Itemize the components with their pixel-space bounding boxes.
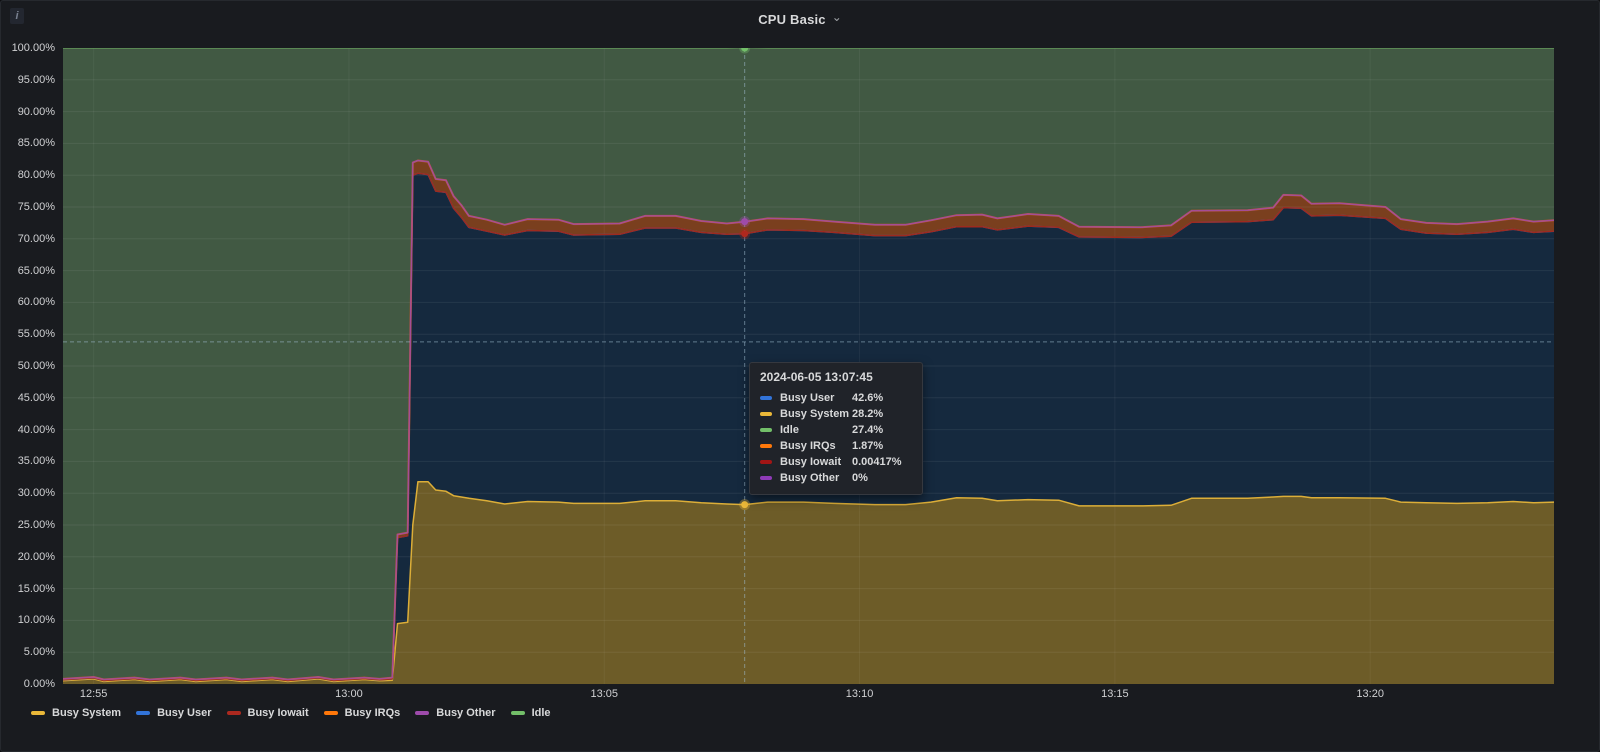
series-swatch-icon — [760, 444, 772, 448]
y-tick-label: 25.00% — [17, 519, 55, 531]
tooltip-series-name: Busy Iowait — [780, 456, 842, 468]
tooltip-row: Busy IRQs 1.87% — [760, 438, 912, 454]
series-swatch-icon — [760, 428, 772, 432]
chevron-down-icon: ⌄ — [831, 10, 842, 24]
x-tick-label: 12:55 — [79, 688, 108, 700]
series-swatch-icon — [323, 711, 338, 715]
panel-header: i CPU Basic ⌄ — [1, 1, 1599, 37]
series-swatch-icon — [760, 476, 772, 480]
tooltip-series-value: 0.00417% — [852, 456, 902, 468]
legend: Busy System Busy User Busy Iowait Busy IRQs… — [31, 707, 551, 719]
tooltip-series-value: 28.2% — [852, 408, 884, 420]
y-tick-label: 100.00% — [11, 42, 55, 54]
panel-title[interactable]: CPU Basic — [758, 12, 826, 27]
legend-item-busy-system[interactable]: Busy System — [31, 707, 121, 719]
tooltip-row: Busy User 42.6% — [760, 390, 912, 406]
x-tick-label: 13:05 — [590, 688, 619, 700]
info-icon[interactable]: i — [10, 8, 24, 24]
y-tick-label: 30.00% — [17, 487, 55, 500]
x-tick-label: 13:10 — [845, 688, 874, 700]
series-swatch-icon — [760, 396, 772, 400]
tooltip-series-value: 1.87% — [852, 440, 884, 452]
y-tick-label: 80.00% — [17, 169, 55, 182]
y-tick-label: 45.00% — [17, 391, 55, 404]
x-tick-label: 13:15 — [1101, 688, 1129, 700]
tooltip-series-name: Busy System — [780, 408, 850, 420]
tooltip-series-value: 0% — [852, 472, 868, 484]
panel-title-menu[interactable]: CPU Basic ⌄ — [758, 10, 842, 27]
x-tick-label: 13:00 — [335, 688, 363, 700]
y-tick-label: 10.00% — [17, 614, 55, 627]
series-swatch-icon — [415, 711, 430, 715]
legend-item-busy-irqs[interactable]: Busy IRQs — [323, 707, 401, 719]
y-tick-label: 0.00% — [23, 678, 55, 690]
y-tick-label: 75.00% — [17, 201, 55, 213]
series-swatch-icon — [510, 711, 525, 715]
legend-label: Busy IRQs — [344, 707, 401, 719]
tooltip-series-value: 27.4% — [852, 424, 884, 436]
legend-label: Busy User — [157, 707, 212, 719]
legend-label: Busy System — [52, 707, 122, 719]
tooltip-timestamp: 2024-06-05 13:07:45 — [760, 370, 873, 384]
series-swatch-icon — [226, 711, 241, 715]
tooltip-row: Busy System 28.2% — [760, 406, 912, 422]
legend-label: Idle — [531, 707, 551, 719]
series-swatch-icon — [760, 460, 772, 464]
y-tick-label: 70.00% — [17, 232, 55, 245]
y-tick-label: 55.00% — [17, 328, 55, 341]
tooltip-series-name: Idle — [780, 424, 799, 436]
y-tick-label: 15.00% — [17, 582, 55, 595]
y-tick-label: 40.00% — [17, 423, 55, 436]
tooltip-series-name: Busy IRQs — [780, 440, 836, 452]
y-tick-label: 50.00% — [17, 360, 55, 372]
crosshair-point-busy-iowait — [741, 230, 749, 238]
legend-label: Busy Other — [436, 707, 496, 719]
y-tick-label: 60.00% — [17, 296, 55, 309]
y-tick-label: 90.00% — [17, 105, 55, 118]
series-swatch-icon — [31, 711, 45, 715]
legend-label: Busy Iowait — [247, 707, 309, 719]
series-swatch-icon — [136, 711, 151, 715]
legend-item-busy-iowait[interactable]: Busy Iowait — [226, 707, 309, 719]
y-tick-label: 65.00% — [17, 264, 55, 277]
y-tick-label: 5.00% — [23, 646, 55, 659]
tooltip-series-value: 42.6% — [852, 392, 884, 404]
y-tick-label: 20.00% — [17, 550, 55, 563]
legend-item-busy-other[interactable]: Busy Other — [415, 707, 496, 719]
crosshair-point-busy-other — [741, 218, 749, 226]
x-tick-label: 13:20 — [1356, 688, 1384, 700]
tooltip: 2024-06-05 13:07:45 Busy User 42.6% Busy S… — [749, 362, 923, 495]
legend-item-busy-user[interactable]: Busy User — [136, 707, 212, 719]
tooltip-row: Busy Other 0% — [760, 470, 912, 486]
tooltip-row: Idle 27.4% — [760, 422, 912, 438]
y-tick-label: 85.00% — [17, 137, 55, 150]
tooltip-series-name: Busy User — [780, 392, 835, 404]
legend-item-idle[interactable]: Idle — [510, 707, 551, 719]
y-tick-label: 35.00% — [17, 455, 55, 468]
series-swatch-icon — [760, 412, 772, 416]
grafana-panel: i CPU Basic ⌄ 0.00% 5.00% 10.00% 15.00% 20.0… — [0, 0, 1600, 752]
crosshair-point-busy-system — [741, 501, 749, 509]
y-tick-label: 95.00% — [17, 73, 55, 86]
tooltip-row: Busy Iowait 0.00417% — [760, 454, 912, 470]
tooltip-series-name: Busy Other — [780, 472, 840, 484]
